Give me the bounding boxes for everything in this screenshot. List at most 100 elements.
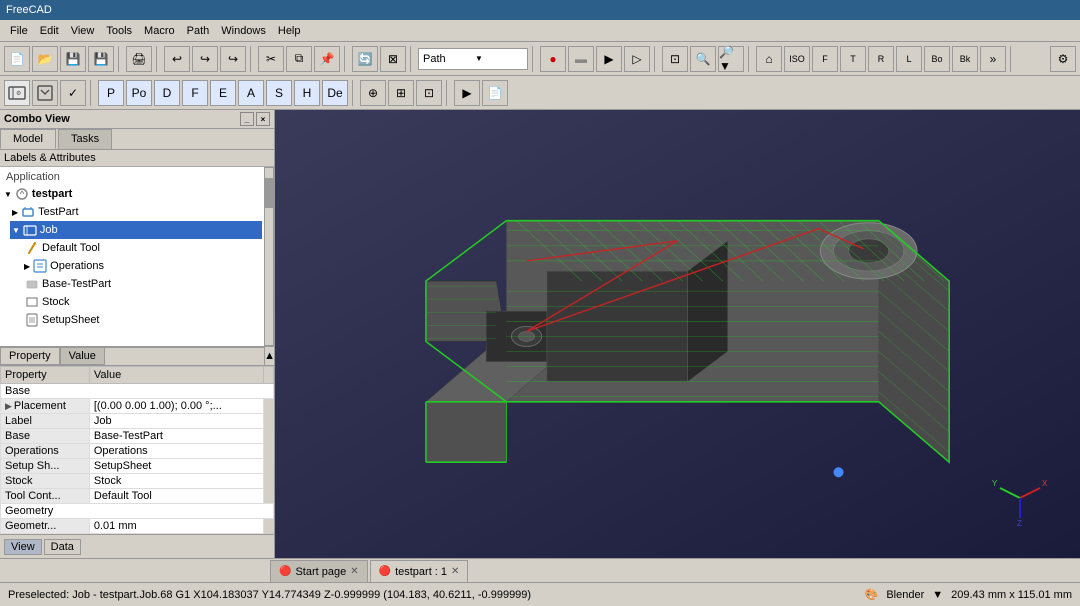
data-button[interactable]: Data — [44, 539, 81, 555]
view-home-button[interactable]: ⌂ — [756, 46, 782, 72]
property-tabs: Property Value ▲ — [0, 347, 274, 366]
extra-button[interactable]: ⚙ — [1050, 46, 1076, 72]
svg-text:Z: Z — [1017, 519, 1022, 528]
gray-button1[interactable]: ▬ — [568, 46, 594, 72]
tree-item-operations[interactable]: ▶ Operations — [22, 257, 262, 275]
new-button[interactable]: 📄 — [4, 46, 30, 72]
refresh-button[interactable]: 🔄 — [352, 46, 378, 72]
3d-viewport[interactable]: X Y Z — [275, 110, 1080, 558]
pocket-button[interactable]: Po — [126, 80, 152, 106]
menu-view[interactable]: View — [65, 23, 101, 39]
menu-windows[interactable]: Windows — [215, 23, 272, 39]
drill-button[interactable]: D — [154, 80, 180, 106]
start-page-close-button[interactable]: ✕ — [350, 566, 358, 577]
fixture-button[interactable]: ⊕ — [360, 80, 386, 106]
combo-minimize-button[interactable]: _ — [240, 112, 254, 126]
tree-item-base-testpart[interactable]: Base-TestPart — [22, 275, 262, 293]
cut-button[interactable]: ✂ — [258, 46, 284, 72]
tab-tasks[interactable]: Tasks — [58, 129, 112, 149]
view-bottom-button[interactable]: Bo — [924, 46, 950, 72]
tree-item-testpart[interactable]: ▼ testpart — [2, 185, 262, 203]
surface-button[interactable]: S — [266, 80, 292, 106]
stop-button[interactable]: ⊠ — [380, 46, 406, 72]
tree-scrollbar[interactable] — [264, 167, 274, 346]
undo-button[interactable]: ↩ — [164, 46, 190, 72]
record-button[interactable]: ● — [540, 46, 566, 72]
prop-tab-value[interactable]: Value — [60, 347, 105, 365]
model-tasks-tabs: Model Tasks — [0, 129, 274, 150]
view-right-button[interactable]: R — [868, 46, 894, 72]
labels-attributes-tab[interactable]: Labels & Attributes — [0, 150, 274, 167]
helix-button[interactable]: H — [294, 80, 320, 106]
tree-scroll-thumb[interactable] — [265, 178, 273, 208]
prop-scroll-up[interactable]: ▲ — [264, 347, 274, 365]
prop-tab-property[interactable]: Property — [0, 347, 60, 365]
menu-macro[interactable]: Macro — [138, 23, 181, 39]
prop-row-label[interactable]: Label Job — [1, 414, 274, 429]
path-sep1 — [90, 80, 94, 106]
deburr-button[interactable]: De — [322, 80, 348, 106]
preselected-text: Preselected: Job - testpart.Job.68 G1 X1… — [8, 589, 531, 601]
view-menu-button[interactable]: 🔎▼ — [718, 46, 744, 72]
view-iso1-button[interactable]: ISO — [784, 46, 810, 72]
post2-button[interactable]: 📄 — [482, 80, 508, 106]
renderer-dropdown-arrow[interactable]: ▼ — [932, 589, 943, 601]
engrave-button[interactable]: E — [210, 80, 236, 106]
prop-row-toolcont[interactable]: Tool Cont... Default Tool — [1, 489, 274, 504]
prop-row-base[interactable]: Base Base-TestPart — [1, 429, 274, 444]
open-button[interactable]: 📂 — [32, 46, 58, 72]
prop-row-operations[interactable]: Operations Operations — [1, 444, 274, 459]
paste-button[interactable]: 📌 — [314, 46, 340, 72]
menu-help[interactable]: Help — [272, 23, 307, 39]
view-front-button[interactable]: F — [812, 46, 838, 72]
view-left-button[interactable]: L — [896, 46, 922, 72]
copy-button[interactable]: ⧉ — [286, 46, 312, 72]
testpart-close-button[interactable]: ✕ — [451, 566, 459, 577]
save-as-button[interactable]: 💾 — [88, 46, 114, 72]
sep4 — [344, 46, 348, 72]
redo-button[interactable]: ↪ — [192, 46, 218, 72]
tree-item-setup-sheet[interactable]: SetupSheet — [22, 311, 262, 329]
tree-item-testpart-part[interactable]: ▶ TestPart — [10, 203, 262, 221]
redo2-button[interactable]: ↪ — [220, 46, 246, 72]
menu-path[interactable]: Path — [181, 23, 216, 39]
view-button[interactable]: View — [4, 539, 42, 555]
prop-row-geometr[interactable]: Geometr... 0.01 mm — [1, 519, 274, 534]
print-button[interactable]: 🖨 — [126, 46, 152, 72]
face-button[interactable]: F — [182, 80, 208, 106]
prop-row-setupsh[interactable]: Setup Sh... SetupSheet — [1, 459, 274, 474]
tab-testpart-1[interactable]: 🔴 testpart : 1 ✕ — [370, 560, 469, 582]
profile-button[interactable]: P — [98, 80, 124, 106]
tree-item-stock[interactable]: Stock — [22, 293, 262, 311]
menu-tools[interactable]: Tools — [100, 23, 138, 39]
tab-start-page[interactable]: 🔴 Start page ✕ — [270, 560, 368, 582]
view-data-buttons: View Data — [0, 534, 274, 558]
menu-file[interactable]: File — [4, 23, 34, 39]
new-job-button[interactable]: ⚙ — [4, 80, 30, 106]
default-tool-label: Default Tool — [42, 242, 100, 254]
adaptive-button[interactable]: A — [238, 80, 264, 106]
prop-row-stock[interactable]: Stock Stock — [1, 474, 274, 489]
more-views-button[interactable]: » — [980, 46, 1006, 72]
copy-path-button[interactable]: ⊡ — [416, 80, 442, 106]
play-outline-button[interactable]: ▷ — [624, 46, 650, 72]
zoom-fit-button[interactable]: ⊡ — [662, 46, 688, 72]
combo-close-button[interactable]: × — [256, 112, 270, 126]
tree-item-default-tool[interactable]: Default Tool — [22, 239, 262, 257]
check-button[interactable]: ✓ — [60, 80, 86, 106]
tree-item-job[interactable]: ▼ Job — [10, 221, 262, 239]
prop-row-placement[interactable]: ▶Placement [(0.00 0.00 1.00); 0.00 °;... — [1, 399, 274, 414]
workbench-dropdown[interactable]: Path ▼ — [418, 48, 528, 70]
play-button[interactable]: ▶ — [596, 46, 622, 72]
tab-model[interactable]: Model — [0, 129, 56, 149]
save-button[interactable]: 💾 — [60, 46, 86, 72]
simulate-button[interactable]: ▶ — [454, 80, 480, 106]
menu-edit[interactable]: Edit — [34, 23, 65, 39]
view-top-button[interactable]: T — [840, 46, 866, 72]
property-table: Property Value Base ▶Placement [(0.00 0.… — [0, 366, 274, 534]
sep5 — [410, 46, 414, 72]
dressup-button[interactable]: ⊞ — [388, 80, 414, 106]
view-back-button[interactable]: Bk — [952, 46, 978, 72]
zoom-in-button[interactable]: 🔍 — [690, 46, 716, 72]
post-process-button[interactable] — [32, 80, 58, 106]
